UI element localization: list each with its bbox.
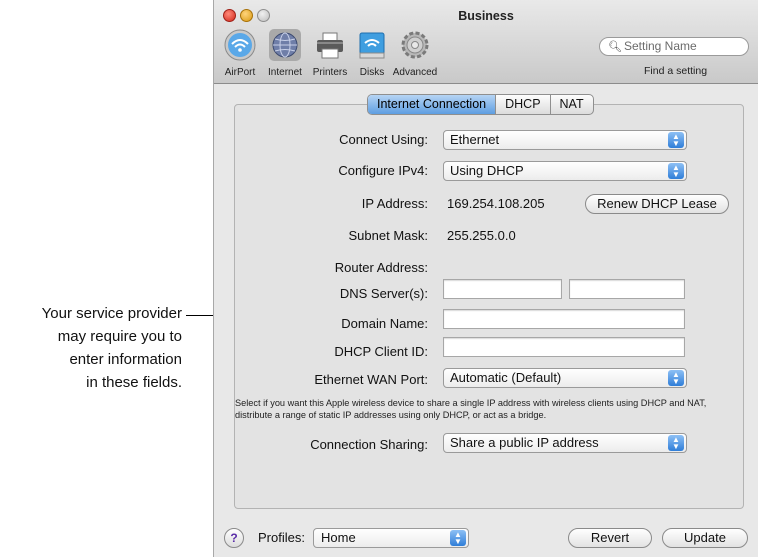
domain-name-label: Domain Name: — [341, 316, 428, 331]
popup-arrows-icon: ▲ ▼ — [668, 435, 684, 451]
disk-icon — [359, 32, 385, 59]
tab-nat[interactable]: NAT — [551, 95, 593, 114]
popup-arrows-icon: ▲ ▼ — [668, 132, 684, 148]
connection-sharing-value: Share a public IP address — [450, 435, 599, 450]
toolbar-label-printers: Printers — [312, 67, 348, 78]
connect-using-label: Connect Using: — [339, 132, 428, 147]
configure-ipv4-popup[interactable]: Using DHCP ▲ ▼ — [443, 161, 687, 181]
search-icon: 🔍︎ — [608, 41, 622, 53]
configure-ipv4-value: Using DHCP — [450, 163, 524, 178]
toolbar-disks[interactable]: Disks — [354, 29, 390, 78]
toolbar-label-advanced: Advanced — [392, 67, 438, 78]
router-address-label: Router Address: — [334, 260, 428, 275]
toolbar-internet[interactable]: Internet — [262, 29, 308, 78]
toolbar-airport[interactable]: AirPort — [218, 29, 262, 78]
callout-line-2: may require you to — [57, 328, 182, 345]
profiles-value: Home — [321, 530, 356, 545]
connection-sharing-popup[interactable]: Share a public IP address ▲ ▼ — [443, 433, 687, 453]
popup-arrows-icon: ▲ ▼ — [450, 530, 466, 546]
search-placeholder: Setting Name — [623, 39, 697, 53]
printer-icon — [317, 32, 343, 59]
callout-line-4: in these fields. — [86, 374, 182, 391]
ip-address-value: 169.254.108.205 — [447, 196, 545, 211]
renew-dhcp-lease-button[interactable]: Renew DHCP Lease — [585, 194, 729, 214]
toolbar-printers[interactable]: Printers — [308, 29, 352, 78]
airport-utility-window: Business AirPort Internet Printers Disks… — [213, 0, 758, 557]
stage: Your service provider may require you to… — [0, 0, 758, 557]
profiles-label: Profiles: — [258, 530, 305, 545]
dhcp-client-id-field[interactable] — [443, 337, 685, 357]
callout-text: Your service provider may require you to… — [0, 302, 182, 394]
callout-line-3: enter information — [69, 351, 182, 368]
gear-icon — [401, 31, 429, 59]
tab-bar: Internet Connection DHCP NAT — [367, 94, 594, 115]
tab-dhcp[interactable]: DHCP — [496, 95, 551, 114]
connection-sharing-label: Connection Sharing: — [310, 437, 428, 452]
dhcp-client-id-label: DHCP Client ID: — [334, 344, 428, 359]
configure-ipv4-label: Configure IPv4: — [338, 163, 428, 178]
connection-sharing-description: Select if you want this Apple wireless d… — [235, 398, 707, 420]
connect-using-popup[interactable]: Ethernet ▲ ▼ — [443, 130, 687, 150]
ethernet-wan-port-label: Ethernet WAN Port: — [314, 372, 428, 387]
subnet-mask-value: 255.255.0.0 — [447, 228, 516, 243]
ethernet-wan-port-value: Automatic (Default) — [450, 370, 562, 385]
search-caption: Find a setting — [644, 65, 708, 77]
callout-line-1: Your service provider — [41, 305, 182, 322]
popup-arrows-icon: ▲ ▼ — [668, 370, 684, 386]
update-button[interactable]: Update — [662, 528, 748, 548]
help-button[interactable]: ? — [224, 528, 244, 548]
toolbar-label-disks: Disks — [359, 67, 385, 78]
profiles-popup[interactable]: Home ▲ ▼ — [313, 528, 469, 548]
dns-server-2-field[interactable] — [569, 279, 685, 299]
dns-server-1-field[interactable] — [443, 279, 562, 299]
toolbar-label-airport: AirPort — [224, 67, 256, 78]
window-title: Business — [458, 9, 514, 23]
subnet-mask-label: Subnet Mask: — [348, 228, 429, 243]
revert-button[interactable]: Revert — [568, 528, 652, 548]
toolbar-label-internet: Internet — [268, 67, 302, 78]
search-field[interactable]: 🔍︎ Setting Name — [599, 37, 749, 56]
dns-servers-label: DNS Server(s): — [339, 286, 428, 301]
window-titlebar: Business AirPort Internet Printers Disks… — [214, 0, 758, 84]
ethernet-wan-port-popup[interactable]: Automatic (Default) ▲ ▼ — [443, 368, 687, 388]
toolbar-advanced[interactable]: Advanced — [390, 29, 440, 78]
connect-using-value: Ethernet — [450, 132, 500, 147]
tab-internet-connection[interactable]: Internet Connection — [368, 95, 497, 114]
domain-name-field[interactable] — [443, 309, 685, 329]
popup-arrows-icon: ▲ ▼ — [668, 163, 684, 179]
ip-address-label: IP Address: — [361, 196, 428, 211]
airport-icon — [224, 29, 256, 61]
internet-globe-icon — [269, 29, 301, 61]
